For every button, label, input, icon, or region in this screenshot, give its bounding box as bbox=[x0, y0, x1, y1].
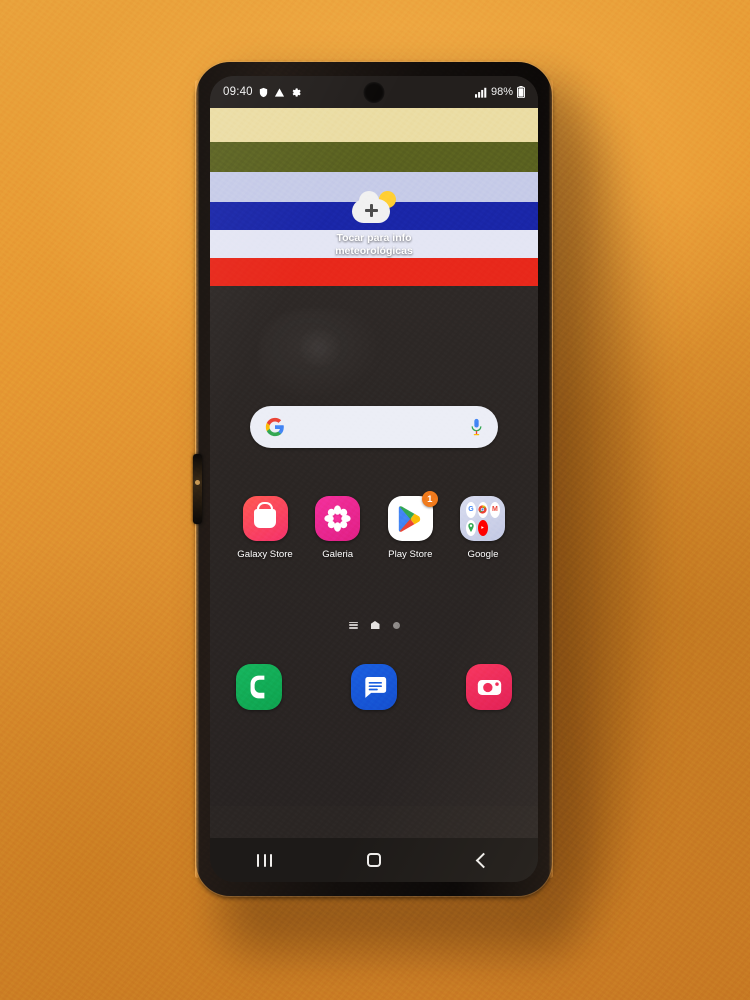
app-label: Galeria bbox=[322, 549, 354, 560]
youtube-icon bbox=[477, 519, 488, 536]
phone-screen: 09:40 98% Tocar para info meteorológicas… bbox=[210, 76, 538, 882]
folder-mini-icon-grid: G M bbox=[465, 501, 501, 537]
play-store-icon[interactable]: 1 bbox=[387, 491, 438, 541]
back-button[interactable] bbox=[453, 838, 513, 882]
gallery-flower-icon[interactable] bbox=[315, 496, 361, 541]
navigation-bar bbox=[210, 838, 538, 882]
screen-smudge-2 bbox=[294, 328, 346, 368]
camera-icon[interactable] bbox=[466, 664, 512, 710]
back-icon bbox=[475, 852, 492, 868]
status-bar-right: 98% bbox=[474, 86, 525, 98]
home-screen: Tocar para info meteorológicas Galaxy St… bbox=[210, 191, 538, 806]
phone-hinge-notch bbox=[193, 454, 202, 524]
home-button[interactable] bbox=[344, 838, 404, 882]
stripe-red bbox=[210, 258, 538, 286]
page-dot-icon[interactable] bbox=[392, 621, 400, 629]
notification-badge: 1 bbox=[421, 491, 438, 507]
weather-widget-line1: Tocar para info bbox=[336, 232, 412, 244]
maps-pin-icon bbox=[465, 519, 476, 536]
app-google-folder[interactable]: G M Google bbox=[450, 496, 516, 560]
app-galaxy-store[interactable]: Galaxy Store bbox=[232, 496, 298, 560]
phone-handset-icon[interactable] bbox=[236, 664, 282, 710]
cloud-plus-sun-icon bbox=[352, 191, 396, 223]
stripe-olive bbox=[210, 142, 538, 172]
galaxy-store-icon[interactable] bbox=[242, 496, 288, 541]
weather-widget[interactable]: Tocar para info meteorológicas bbox=[210, 191, 538, 258]
apps-list-icon[interactable] bbox=[348, 621, 358, 629]
gmail-icon: M bbox=[489, 501, 500, 518]
app-label: Play Store bbox=[388, 549, 433, 560]
folder-empty-slot bbox=[490, 520, 500, 536]
signal-bars-icon bbox=[474, 87, 487, 98]
chrome-icon bbox=[477, 501, 488, 518]
battery-icon bbox=[517, 86, 525, 98]
page-indicator bbox=[210, 621, 538, 629]
front-camera-punch-hole bbox=[363, 82, 385, 103]
google-g-icon bbox=[265, 417, 285, 437]
stripe-cream bbox=[210, 108, 538, 142]
dock bbox=[236, 664, 512, 710]
status-bar-left: 09:40 bbox=[223, 86, 301, 98]
messages-bubble-icon[interactable] bbox=[351, 664, 397, 710]
app-play-store[interactable]: 1 Play Store bbox=[377, 491, 443, 560]
app-grid: Galaxy Store Galeria 1 Play Store G M Go… bbox=[232, 491, 516, 560]
app-galeria[interactable]: Galeria bbox=[305, 496, 371, 560]
warning-triangle-icon bbox=[274, 87, 285, 98]
plus-shape bbox=[365, 204, 378, 217]
status-bar: 09:40 98% bbox=[210, 76, 538, 108]
google-g-icon: G bbox=[465, 501, 476, 518]
phone-hinge-dot bbox=[195, 480, 200, 485]
shield-icon bbox=[258, 87, 269, 98]
recents-icon bbox=[257, 853, 273, 867]
photograph-background: 09:40 98% Tocar para info meteorológicas… bbox=[0, 0, 750, 1000]
battery-percent-label: 98% bbox=[490, 86, 513, 98]
app-label: Google bbox=[467, 549, 499, 560]
microphone-icon[interactable] bbox=[470, 418, 483, 437]
weather-widget-text: Tocar para info meteorológicas bbox=[335, 232, 413, 258]
recents-button[interactable] bbox=[235, 838, 295, 882]
google-folder-icon[interactable]: G M bbox=[460, 496, 506, 541]
google-search-bar[interactable] bbox=[250, 406, 498, 448]
gear-icon bbox=[290, 87, 301, 98]
home-icon bbox=[366, 853, 381, 867]
shopping-bag-shape bbox=[254, 509, 276, 528]
status-clock: 09:40 bbox=[223, 86, 253, 98]
weather-widget-line2: meteorológicas bbox=[335, 245, 413, 257]
smartphone-device: 09:40 98% Tocar para info meteorológicas… bbox=[193, 62, 553, 896]
home-page-icon[interactable] bbox=[370, 621, 380, 629]
app-label: Galaxy Store bbox=[237, 549, 293, 560]
